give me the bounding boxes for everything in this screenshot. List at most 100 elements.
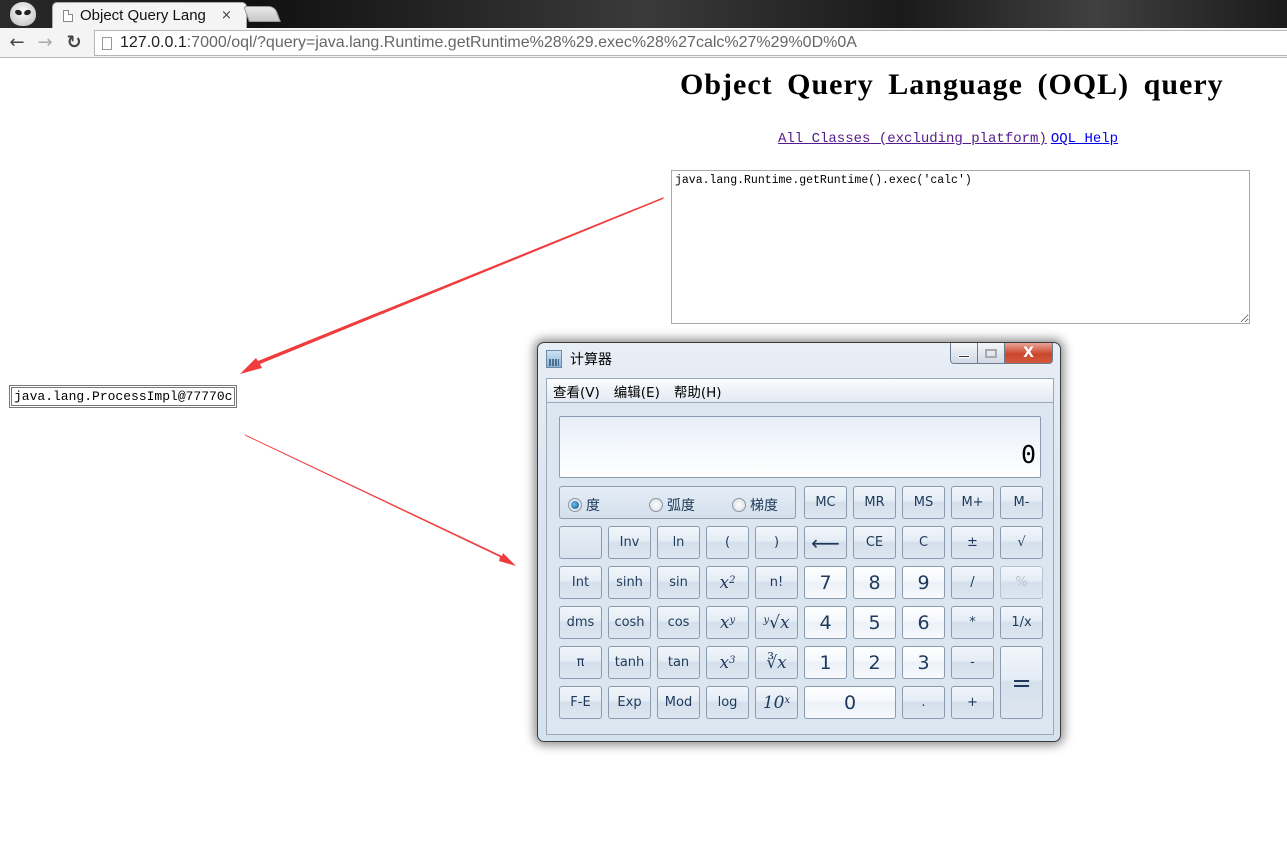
tab-title: Object Query Lang xyxy=(80,7,206,24)
key-close-paren-button[interactable]: ) xyxy=(755,526,798,559)
key-m-button[interactable]: M+ xyxy=(951,486,994,519)
key-sin-button[interactable]: sin xyxy=(657,566,700,599)
key-tanh-button[interactable]: tanh xyxy=(608,646,651,679)
radio-label: 弧度 xyxy=(667,498,695,514)
calculator-icon xyxy=(546,350,562,368)
key-plus-button[interactable]: + xyxy=(951,686,994,719)
menu-bar: 查看(V) 编辑(E) 帮助(H) xyxy=(546,378,1054,402)
key-decimal-button[interactable]: . xyxy=(902,686,945,719)
result-cell: java.lang.ProcessImpl@77770c xyxy=(11,387,236,406)
browser-titlebar: Object Query Lang × xyxy=(0,0,1287,28)
radio-dot xyxy=(568,498,582,512)
key-blank-button xyxy=(559,526,602,559)
key-percent-button[interactable]: % xyxy=(1000,566,1043,599)
key-4-button[interactable]: 4 xyxy=(804,606,847,639)
radio-dot xyxy=(649,498,663,512)
key-yroot-button[interactable]: y √ x xyxy=(755,606,798,639)
minimize-icon xyxy=(958,354,970,358)
tab-close-icon[interactable]: × xyxy=(221,8,232,23)
radio-label: 梯度 xyxy=(750,498,778,514)
key-dms-button[interactable]: dms xyxy=(559,606,602,639)
key-5-button[interactable]: 5 xyxy=(853,606,896,639)
oql-help-link[interactable]: OQL Help xyxy=(1051,131,1118,147)
key-tan-button[interactable]: tan xyxy=(657,646,700,679)
key-factorial-button[interactable]: n! xyxy=(755,566,798,599)
back-button[interactable]: ← xyxy=(6,32,28,53)
maximize-button[interactable] xyxy=(978,343,1005,364)
key-sinh-button[interactable]: sinh xyxy=(608,566,651,599)
address-bar[interactable]: 127.0.0.1:7000/oql/?query=java.lang.Runt… xyxy=(94,30,1287,56)
key-cos-button[interactable]: cos xyxy=(657,606,700,639)
key-cube-button[interactable]: x3 xyxy=(706,646,749,679)
key-open-paren-button[interactable]: ( xyxy=(706,526,749,559)
result-table: java.lang.ProcessImpl@77770c xyxy=(9,385,238,408)
browser-toolbar: ← → ↻ 127.0.0.1:7000/oql/?query=java.lan… xyxy=(0,28,1287,58)
menu-help[interactable]: 帮助(H) xyxy=(674,381,722,401)
all-classes-link[interactable]: All Classes (excluding platform) xyxy=(778,131,1047,147)
close-button[interactable]: X xyxy=(1005,343,1053,364)
key-inv-button[interactable]: Inv xyxy=(608,526,651,559)
menu-view[interactable]: 查看(V) xyxy=(553,381,600,401)
key-ln-button[interactable]: ln xyxy=(657,526,700,559)
key-m-button[interactable]: M- xyxy=(1000,486,1043,519)
display-value: 0 xyxy=(1020,440,1036,469)
key-mod-button[interactable]: Mod xyxy=(657,686,700,719)
forward-button[interactable]: → xyxy=(34,32,56,53)
maximize-icon xyxy=(985,348,997,358)
key-ms-button[interactable]: MS xyxy=(902,486,945,519)
key-minus-button[interactable]: - xyxy=(951,646,994,679)
page-title: Object Query Language (OQL) query xyxy=(680,68,1224,101)
calculator-titlebar: 计算器 xyxy=(546,349,612,369)
browser-logo-icon xyxy=(10,2,36,26)
key-negate-button[interactable]: ± xyxy=(951,526,994,559)
key-6-button[interactable]: 6 xyxy=(902,606,945,639)
browser-tab[interactable]: Object Query Lang × xyxy=(52,2,247,28)
arrow-to-calculator xyxy=(244,434,516,566)
key-7-button[interactable]: 7 xyxy=(804,566,847,599)
key-sqrt-button[interactable]: √ xyxy=(1000,526,1043,559)
menu-edit[interactable]: 编辑(E) xyxy=(614,381,660,401)
key-ce-button[interactable]: CE xyxy=(853,526,896,559)
radio-dot xyxy=(732,498,746,512)
key-cbrt-button[interactable]: ∛ x xyxy=(755,646,798,679)
minimize-button[interactable] xyxy=(950,343,978,364)
key-pow10-button[interactable]: 10 x xyxy=(755,686,798,719)
key-cosh-button[interactable]: cosh xyxy=(608,606,651,639)
key-mc-button[interactable]: MC xyxy=(804,486,847,519)
key-equals-button[interactable]: = xyxy=(1000,646,1043,719)
key-9-button[interactable]: 9 xyxy=(902,566,945,599)
key-8-button[interactable]: 8 xyxy=(853,566,896,599)
radio-radians[interactable]: 弧度 xyxy=(649,495,695,515)
key-0-button[interactable]: 0 xyxy=(804,686,896,719)
reload-button[interactable]: ↻ xyxy=(63,32,85,53)
key-c-button[interactable]: C xyxy=(902,526,945,559)
radio-label: 度 xyxy=(586,498,600,514)
key-power-button[interactable]: xy xyxy=(706,606,749,639)
calculator-window: 计算器 X 查看(V) 编辑(E) 帮助(H) 0 度 弧度 梯度 MC MR MS… xyxy=(537,342,1061,742)
key-2-button[interactable]: 2 xyxy=(853,646,896,679)
key-f-e-button[interactable]: F-E xyxy=(559,686,602,719)
key-divide-button[interactable]: / xyxy=(951,566,994,599)
key-pi-button[interactable]: π xyxy=(559,646,602,679)
angle-mode-group: 度 弧度 梯度 xyxy=(559,486,796,519)
page-icon xyxy=(63,9,73,22)
key-log-button[interactable]: log xyxy=(706,686,749,719)
calculator-body: 0 度 弧度 梯度 MC MR MS M+ M- Inv ln() ⟵ CE C ± √ Int sinh… xyxy=(546,402,1054,735)
radio-grads[interactable]: 梯度 xyxy=(732,495,778,515)
calculator-display: 0 xyxy=(559,416,1041,478)
radio-degrees[interactable]: 度 xyxy=(568,495,600,515)
key-reciprocal-button[interactable]: 1/x xyxy=(1000,606,1043,639)
key-int-button[interactable]: Int xyxy=(559,566,602,599)
query-textarea[interactable]: java.lang.Runtime.getRuntime().exec('cal… xyxy=(671,170,1250,324)
key-square-button[interactable]: x2 xyxy=(706,566,749,599)
page-icon xyxy=(102,36,112,50)
url-text[interactable]: 127.0.0.1:7000/oql/?query=java.lang.Runt… xyxy=(120,34,857,52)
key-backspace-button[interactable]: ⟵ xyxy=(804,526,847,559)
key-3-button[interactable]: 3 xyxy=(902,646,945,679)
key-multiply-button[interactable]: * xyxy=(951,606,994,639)
window-controls: X xyxy=(950,343,1053,364)
key-mr-button[interactable]: MR xyxy=(853,486,896,519)
key-exp-button[interactable]: Exp xyxy=(608,686,651,719)
key-1-button[interactable]: 1 xyxy=(804,646,847,679)
new-tab-button[interactable] xyxy=(243,6,281,22)
